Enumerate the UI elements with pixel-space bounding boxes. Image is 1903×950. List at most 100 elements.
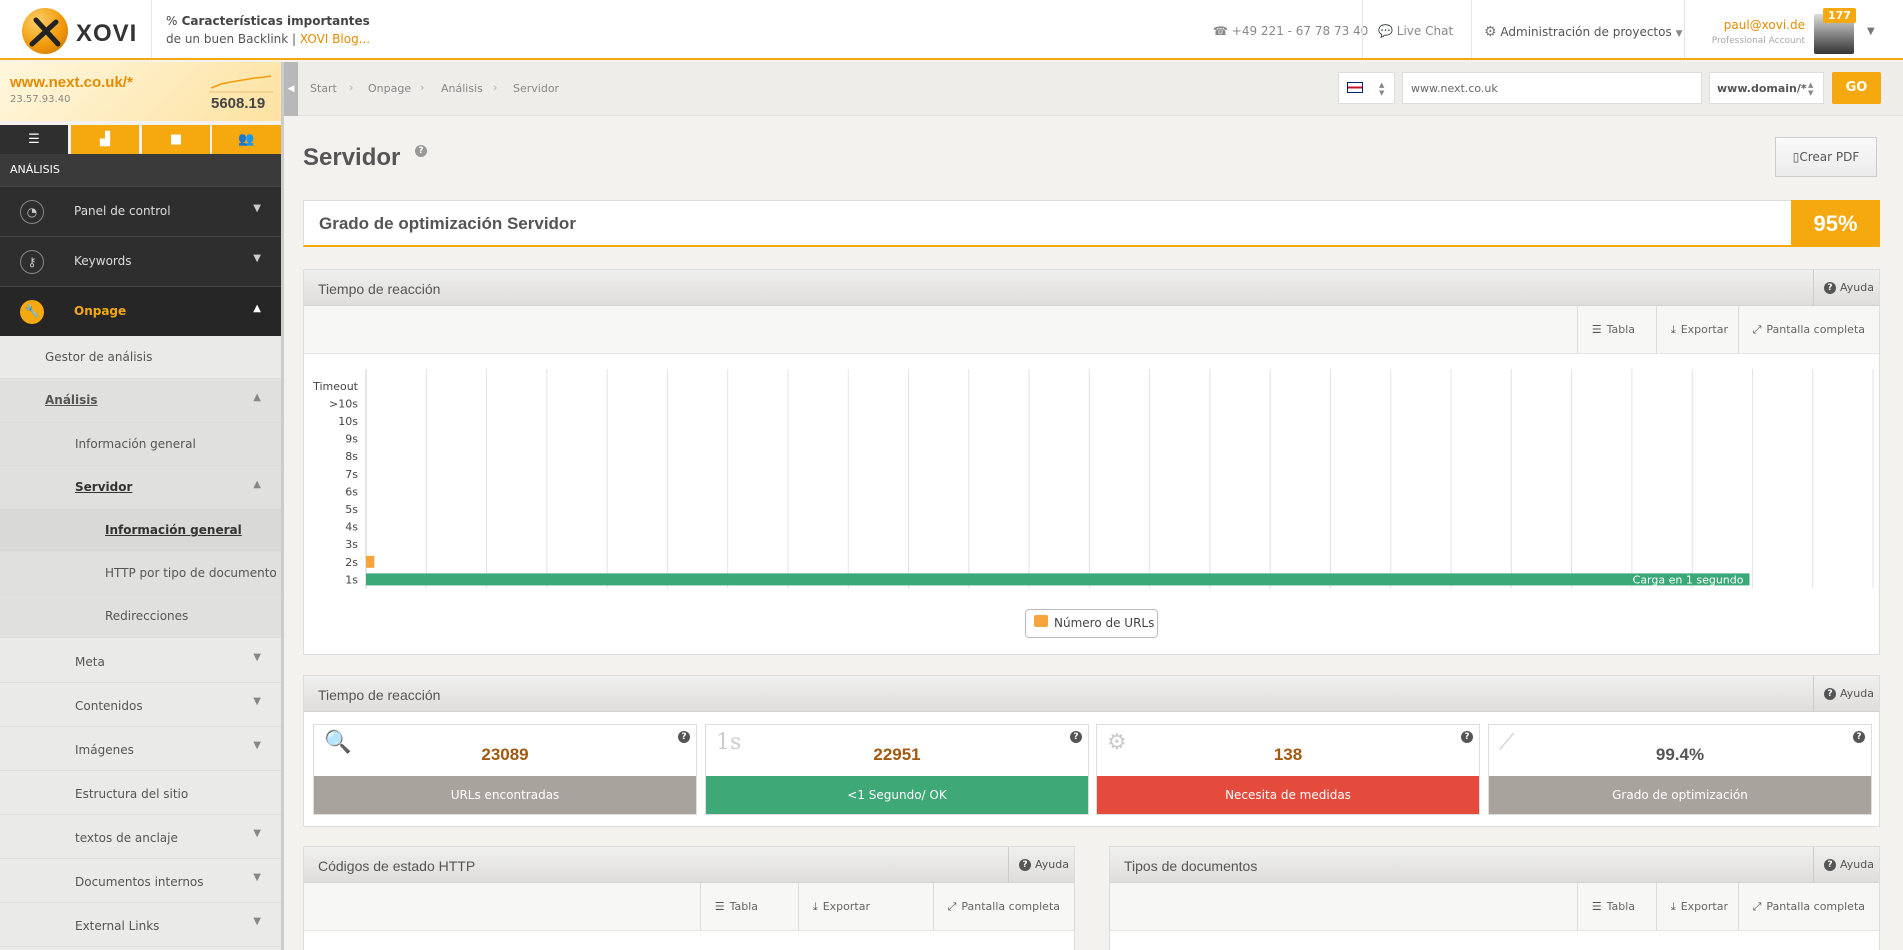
download-icon: ⤓: [1670, 900, 1676, 913]
blog-teaser-title[interactable]: % Características importantes: [166, 14, 370, 28]
key-icon: ⚷: [20, 250, 44, 274]
kpi-label: Necesita de medidas: [1097, 776, 1479, 814]
folder-tab-icon[interactable]: ■: [142, 125, 210, 154]
download-icon: ⤓: [1670, 323, 1676, 336]
sidebar-item-http[interactable]: HTTP por tipo de documento: [0, 552, 281, 595]
sidebar-item-panel-de-control[interactable]: ◔ Panel de control ▼: [0, 186, 281, 236]
page-title: Servidor: [303, 144, 401, 171]
sidebar-item-redirecciones[interactable]: Redirecciones: [0, 595, 281, 638]
collapse-sidebar-icon[interactable]: ◀: [284, 62, 298, 116]
help-icon[interactable]: ?: [415, 145, 427, 157]
sidebar-item-meta[interactable]: Meta ▼: [0, 639, 281, 683]
fullscreen-button[interactable]: ⤢ Pantalla completa: [1737, 306, 1879, 353]
bar-1s: [366, 573, 1750, 586]
sidebar-item-documentos[interactable]: Documentos internos ▼: [0, 859, 281, 903]
chevron-down-icon[interactable]: ▼: [1867, 26, 1875, 37]
help-icon[interactable]: ?: [1070, 731, 1082, 743]
help-label: Ayuda: [1035, 858, 1069, 871]
sidebar-item-label: Imágenes: [75, 743, 134, 757]
list-tab-icon[interactable]: ☰: [0, 125, 68, 154]
sidebar-item-imagenes[interactable]: Imágenes ▼: [0, 727, 281, 771]
chevron-up-icon: ▲: [253, 303, 261, 314]
sidebar-item-keywords[interactable]: ⚷ Keywords ▼: [0, 236, 281, 286]
url-input[interactable]: [1402, 72, 1702, 104]
sidebar-item-onpage[interactable]: 🔧 Onpage ▲: [0, 286, 281, 336]
spinner-icon: ▲ ▼: [1808, 81, 1814, 97]
sidebar-item-external[interactable]: External Links ▼: [0, 903, 281, 947]
chevron-down-icon: ▼: [253, 696, 261, 707]
fullscreen-label: Pantalla completa: [961, 900, 1060, 913]
blog-teaser-sub[interactable]: de un buen Backlink | XOVI Blog...: [166, 32, 370, 46]
sidebar-item-label: Servidor: [75, 480, 133, 494]
help-button[interactable]: ? Ayuda: [1008, 847, 1074, 883]
optimization-score-value: 95%: [1791, 200, 1880, 247]
live-chat-link[interactable]: 💬 Live Chat: [1378, 24, 1453, 38]
y-tick-label: 6s: [345, 485, 358, 498]
sidebar-item-servidor[interactable]: Servidor ▲: [0, 466, 281, 509]
optimization-score-label: Grado de optimización Servidor: [319, 214, 576, 233]
sidebar-section-title: ANÁLISIS: [0, 154, 281, 186]
table-label: Tabla: [729, 900, 758, 913]
sidebar-item-contenidos[interactable]: Contenidos ▼: [0, 683, 281, 727]
panel-title: Tiempo de reacción: [318, 687, 441, 703]
chevron-down-icon: ▼: [253, 828, 261, 839]
chevron-down-icon: ▼: [1675, 29, 1683, 39]
user-email[interactable]: paul@xovi.de: [1724, 18, 1805, 32]
fullscreen-button[interactable]: ⤢ Pantalla completa: [1737, 883, 1879, 930]
blog-link[interactable]: XOVI Blog...: [300, 32, 370, 46]
sidebar-item-label: Documentos internos: [75, 875, 204, 889]
document-types-panel: Tipos de documentos ? Ayuda ☰ Tabla ⤓ Expor…: [1109, 846, 1880, 950]
export-label: Exportar: [1680, 323, 1728, 336]
fullscreen-button[interactable]: ⤢ Pantalla completa: [932, 883, 1074, 930]
kpi-label: Grado de optimización: [1489, 776, 1871, 814]
help-icon[interactable]: ?: [1853, 731, 1865, 743]
table-label: Tabla: [1606, 323, 1635, 336]
y-tick-label: 2s: [345, 556, 358, 569]
help-button[interactable]: ? Ayuda: [1813, 270, 1879, 306]
table-button[interactable]: ☰ Tabla: [1576, 883, 1649, 930]
wrench-icon: 🔧: [20, 300, 44, 324]
panel-title: Tipos de documentos: [1124, 858, 1258, 874]
export-button[interactable]: ⤓ Exportar: [1655, 883, 1742, 930]
sidebar-item-label: Panel de control: [74, 204, 171, 218]
help-icon[interactable]: ?: [678, 731, 690, 743]
kpi-optimization-grade[interactable]: ⟋ ? 99.4% Grado de optimización: [1488, 724, 1872, 815]
sidebar-item-label: Contenidos: [75, 699, 143, 713]
help-button[interactable]: ? Ayuda: [1813, 676, 1879, 712]
go-button[interactable]: GO: [1832, 72, 1881, 104]
chevron-up-icon: ▲: [253, 479, 261, 490]
breadcrumb-start[interactable]: Start: [310, 82, 337, 95]
help-button[interactable]: ? Ayuda: [1813, 847, 1879, 883]
help-icon[interactable]: ?: [1461, 731, 1473, 743]
sidebar-item-gestor[interactable]: Gestor de análisis: [0, 336, 281, 379]
sidebar: ANÁLISIS ◔ Panel de control ▼ ⚷ Keywords…: [0, 154, 281, 950]
list-icon: ☰: [714, 900, 725, 913]
gear-icon: ⚙: [1484, 24, 1497, 40]
breadcrumb-analisis[interactable]: Análisis: [441, 82, 483, 95]
domain-name[interactable]: www.next.co.uk/*: [10, 74, 133, 91]
kpi-needs-action[interactable]: ⚙ ? 138 Necesita de medidas: [1096, 724, 1480, 815]
create-pdf-button[interactable]: ▯Crear PDF: [1775, 137, 1877, 177]
sidebar-item-analisis[interactable]: Análisis ▲: [0, 379, 281, 423]
project-admin-dropdown[interactable]: ⚙ Administración de proyectos ▼: [1484, 24, 1682, 40]
table-button[interactable]: ☰ Tabla: [699, 883, 772, 930]
sidebar-item-anclaje[interactable]: textos de anclaje ▼: [0, 815, 281, 859]
table-button[interactable]: ☰ Tabla: [1576, 306, 1649, 353]
notification-badge[interactable]: 177: [1823, 8, 1856, 23]
scope-select[interactable]: www.domain/* ▲ ▼: [1709, 72, 1824, 104]
sidebar-item-servidor-info[interactable]: Información general: [0, 509, 281, 552]
breadcrumb-onpage[interactable]: Onpage: [368, 82, 411, 95]
sidebar-item-estructura[interactable]: Estructura del sitio: [0, 771, 281, 815]
panel-header: Tiempo de reacción ? Ayuda: [304, 270, 1879, 306]
logo-text[interactable]: XOVI: [76, 20, 137, 48]
chart-tab-icon[interactable]: ▟: [71, 125, 139, 154]
kpi-urls-found[interactable]: 🔍 ? 23089 URLs encontradas: [313, 724, 697, 815]
sidebar-item-informacion-general[interactable]: Información general: [0, 423, 281, 466]
export-button[interactable]: ⤓ Exportar: [1655, 306, 1742, 353]
export-button[interactable]: ⤓ Exportar: [797, 883, 884, 930]
users-tab-icon[interactable]: 👥: [212, 125, 281, 154]
kpi-under-one-second[interactable]: 1s ? 22951 <1 Segundo/ OK: [705, 724, 1089, 815]
chevron-down-icon: ▼: [253, 652, 261, 663]
sidebar-scrollbar[interactable]: [281, 62, 284, 950]
sidebar-item-label: Gestor de análisis: [45, 350, 153, 364]
